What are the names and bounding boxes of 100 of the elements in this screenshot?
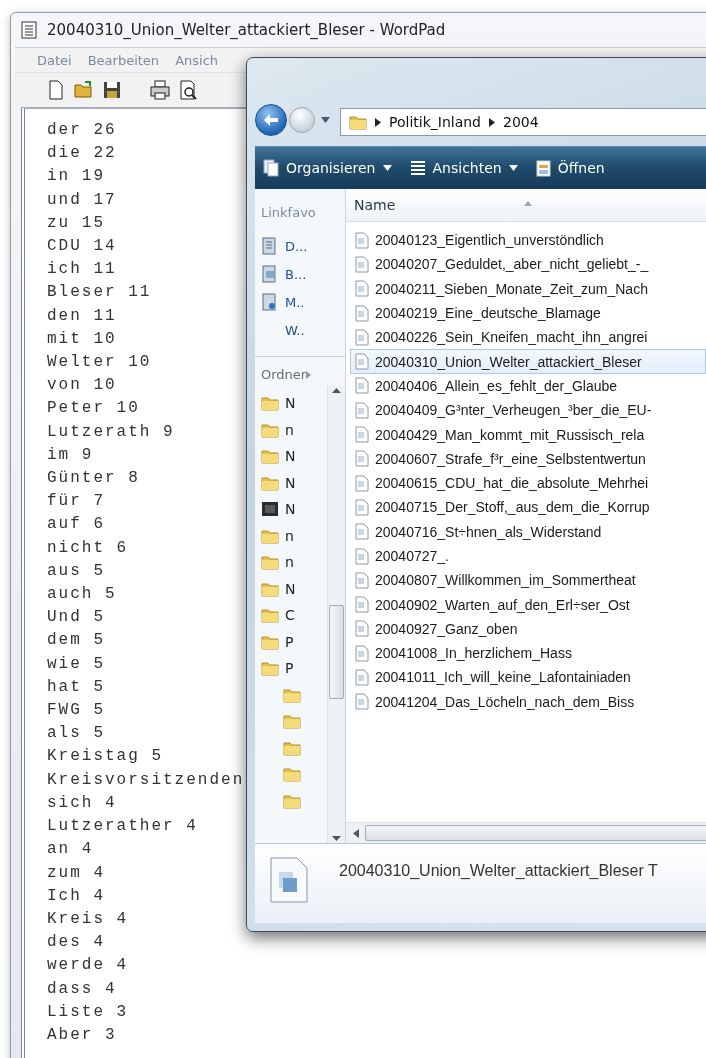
- address-bar[interactable]: Politik_Inland 2004: [340, 108, 706, 136]
- text-line: Kreistag 5: [47, 746, 163, 768]
- command-button[interactable]: Organisieren: [261, 155, 394, 181]
- text-line: Ich 4: [47, 885, 105, 907]
- scroll-thumb[interactable]: [365, 825, 706, 841]
- text-line: Günter 8: [47, 468, 140, 490]
- file-item[interactable]: 20040715_Der_Stoff,_aus_dem_die_Korrup: [350, 495, 706, 520]
- folder-item[interactable]: N: [261, 469, 296, 496]
- folder-item[interactable]: n: [261, 549, 294, 576]
- folder-icon: [261, 448, 279, 465]
- folder-item[interactable]: P: [261, 655, 294, 682]
- file-icon: [355, 280, 369, 298]
- column-header[interactable]: Name: [354, 197, 396, 213]
- folder-icon: [261, 421, 279, 438]
- file-item[interactable]: 20040727_.: [350, 543, 706, 569]
- text-line: dass 4: [47, 978, 117, 1000]
- folder-icon: [261, 607, 279, 624]
- list-view-icon: [409, 160, 426, 176]
- file-icon: [355, 693, 369, 711]
- file-item[interactable]: 20041011_Ich_will_keine_Lafontainiaden: [350, 665, 706, 690]
- music-icon: [262, 293, 278, 311]
- favorite-link[interactable]: W..: [261, 318, 345, 342]
- file-item[interactable]: 20040716_St÷hnen_als_Widerstand: [350, 519, 706, 544]
- folder-icon: [261, 633, 279, 650]
- command-button[interactable]: Öffnen: [533, 155, 607, 181]
- folder-icon: [283, 766, 301, 783]
- text-line: Liste 3: [47, 1001, 129, 1023]
- text-line: Kreis 4: [47, 908, 129, 930]
- file-item[interactable]: 20040406_Allein_es_fehlt_der_Glaube: [350, 373, 706, 399]
- back-button[interactable]: [255, 104, 287, 136]
- sort-arrow-icon: [524, 201, 532, 206]
- favorite-link[interactable]: M..: [261, 290, 345, 314]
- text-line: zum 4: [47, 862, 105, 884]
- file-item[interactable]: 20040211_Sieben_Monate_Zeit_zum_Nach: [350, 276, 706, 301]
- file-item[interactable]: 20040123_Eigentlich_unverstöndlich: [350, 228, 706, 253]
- file-item[interactable]: 20040607_Strafe_f³r_eine_Selbstentwertun: [350, 446, 706, 471]
- print-preview-icon[interactable]: [177, 79, 199, 101]
- chevron-right-icon: [375, 117, 381, 127]
- file-item[interactable]: 20040207_Geduldet,_aber_nicht_geliebt_-_: [350, 252, 706, 277]
- breadcrumb-item[interactable]: Politik_Inland: [389, 114, 481, 130]
- file-item[interactable]: 20041204_Das_Löcheln_nach_dem_Biss: [350, 689, 706, 714]
- chevron-right-icon: [489, 117, 495, 127]
- command-button[interactable]: Ansichten: [407, 156, 520, 180]
- text-line: und 17: [47, 189, 117, 211]
- text-line: für 7: [47, 491, 105, 513]
- favorite-link[interactable]: D...: [261, 234, 345, 258]
- printer-icon[interactable]: [149, 79, 171, 101]
- folder-item[interactable]: N: [261, 575, 296, 602]
- text-line: werde 4: [47, 955, 129, 977]
- folder-icon: [349, 114, 367, 130]
- caret-icon: [321, 117, 330, 123]
- document-icon: [262, 237, 278, 255]
- file-item[interactable]: 20041008_In_herzlichem_Hass: [350, 641, 706, 666]
- file-item[interactable]: 20040429_Man_kommt_mit_Russisch_rela: [350, 422, 706, 447]
- file-item[interactable]: 20040902_Warten_auf_den_Erl÷ser_Ost: [350, 592, 706, 617]
- folder-item[interactable]: N: [261, 496, 296, 523]
- folder-icon: [283, 713, 301, 730]
- document-icon: [21, 21, 37, 39]
- folder-item[interactable]: P: [261, 628, 294, 655]
- save-icon[interactable]: [101, 79, 123, 101]
- file-item[interactable]: 20040226_Sein_Kneifen_macht_ihn_angrei: [350, 325, 706, 350]
- file-icon: [355, 644, 369, 662]
- folder-item[interactable]: N: [261, 390, 296, 417]
- vertical-scrollbar[interactable]: [327, 386, 345, 843]
- pages-icon: [263, 159, 279, 177]
- text-line: der 26: [47, 120, 117, 141]
- text-line: Peter 10: [47, 398, 140, 420]
- text-line: Und 5: [47, 607, 105, 629]
- text-line: auch 5: [47, 584, 117, 606]
- text-line: Lutzerath 9: [47, 421, 175, 443]
- file-item[interactable]: 20040409_G³nter_Verheugen_³ber_die_EU-: [350, 398, 706, 423]
- file-icon: [355, 255, 369, 273]
- text-line: Bleser 11: [47, 282, 152, 304]
- section-heading: Ordner: [260, 367, 307, 382]
- document-icon: [269, 856, 309, 904]
- scroll-thumb[interactable]: [329, 605, 344, 699]
- section-heading: Linkfavo: [260, 204, 317, 220]
- document-icon: [535, 159, 551, 177]
- file-item[interactable]: 20040807_Willkommen_im_Sommertheat: [350, 568, 706, 593]
- text-line: den 11: [47, 305, 117, 327]
- folder-item[interactable]: C: [261, 602, 295, 629]
- folder-item[interactable]: N: [261, 443, 296, 470]
- text-line: aus 5: [47, 560, 105, 582]
- favorite-link[interactable]: B...: [261, 262, 345, 286]
- file-item[interactable]: 20040219_Eine_deutsche_Blamage: [350, 300, 706, 326]
- horizontal-scrollbar[interactable]: [346, 822, 706, 843]
- file-item[interactable]: 20040927_Ganz_oben: [350, 616, 706, 642]
- folder-icon: [283, 739, 301, 756]
- open-folder-icon[interactable]: [73, 79, 95, 101]
- file-item[interactable]: 20040615_CDU_hat_die_absolute_Mehrhei: [350, 470, 706, 496]
- file-icon: [355, 353, 369, 371]
- file-icon: [355, 474, 369, 492]
- breadcrumb-item[interactable]: 2004: [503, 114, 539, 130]
- file-icon: [355, 401, 369, 419]
- folder-item[interactable]: n: [261, 416, 294, 443]
- file-item[interactable]: 20040310_Union_Welter_attackiert_Bleser: [350, 349, 706, 374]
- file-icon: [355, 669, 369, 686]
- folder-item[interactable]: n: [261, 522, 294, 549]
- file-icon: [355, 426, 369, 443]
- text-line: dem 5: [47, 630, 105, 652]
